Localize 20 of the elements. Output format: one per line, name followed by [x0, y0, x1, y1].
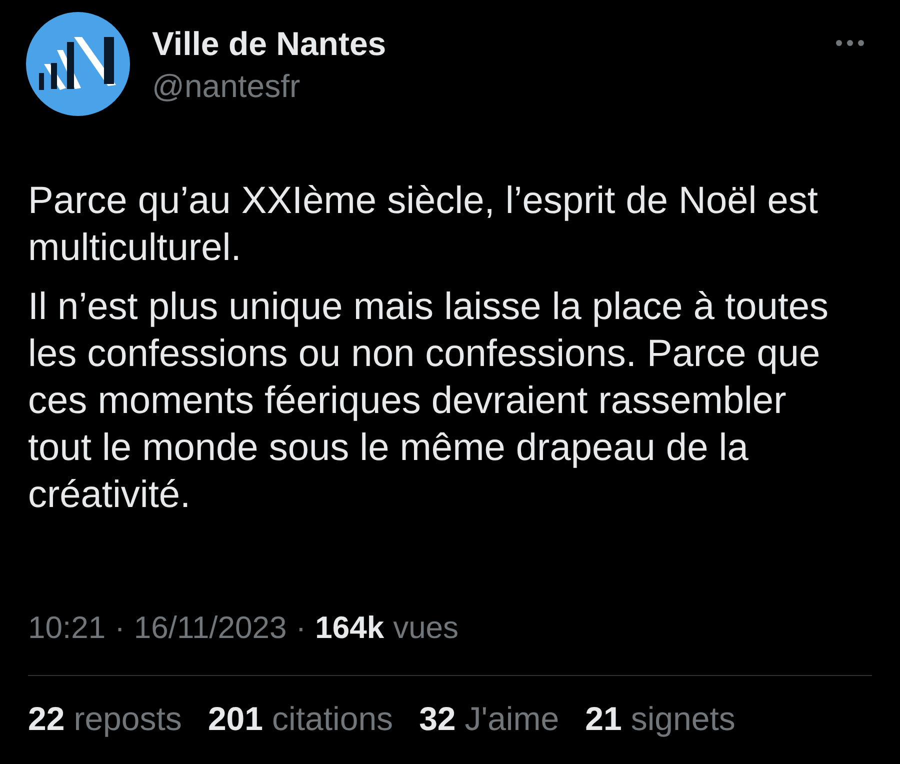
post-time[interactable]: 10:21 [28, 611, 106, 645]
post-paragraph: Parce qu’au XXIème siècle, l’esprit de Noël est multiculturel. [28, 179, 819, 271]
account-name[interactable]: Ville de Nantes [152, 24, 386, 64]
views-count: 164k [315, 611, 384, 645]
more-options-icon[interactable] [836, 40, 864, 46]
separator-dot: · [114, 611, 125, 645]
post-date[interactable]: 16/11/2023 [134, 611, 287, 645]
separator-dot: · [296, 611, 306, 645]
city-logo-avatar-icon [26, 12, 130, 116]
stat-count[interactable]: 21 [585, 702, 622, 736]
stat-count[interactable]: 32 [419, 702, 456, 736]
stat-count[interactable]: 201 [208, 702, 263, 736]
post-paragraph: Il n’est plus unique mais laisse la place à toutes les confessions ou non confessions. Parce que ces moments féeriques devraient rassembler tout le monde sous le même drapeau de la créativité. [28, 285, 830, 518]
stat-label[interactable]: J'aime [464, 702, 560, 736]
account-handle[interactable]: @nantesfr [152, 68, 386, 104]
views-label: vues [393, 611, 459, 645]
stat-label[interactable]: signets [630, 702, 736, 736]
stat-count[interactable]: 22 [28, 702, 65, 736]
stat-label[interactable]: reposts [74, 702, 182, 736]
stat-label[interactable]: citations [272, 702, 394, 736]
